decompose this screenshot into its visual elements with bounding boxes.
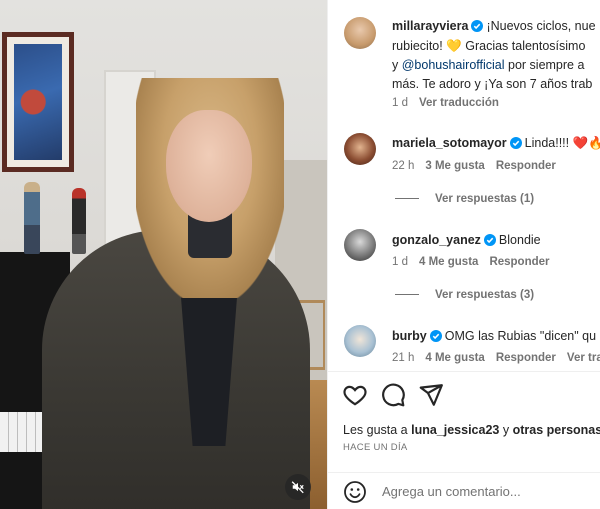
comment-text: Linda!!!! ❤️🔥 [524, 136, 600, 150]
caption-text: por siempre a [504, 58, 585, 72]
comment-input[interactable]: Agrega un comentario... [382, 484, 521, 499]
view-replies-label: Ver respuestas (1) [435, 193, 535, 205]
comment-time: 1 d [392, 256, 408, 268]
send-icon[interactable] [418, 382, 444, 408]
person-face [166, 110, 252, 222]
caption-meta: 1 d Ver traducción [392, 97, 510, 109]
likes-prefix: Les gusta a [343, 423, 412, 437]
other-likers[interactable]: otras personas [513, 423, 600, 437]
comment-meta: 1 d 4 Me gusta Responder [392, 256, 561, 268]
verified-badge-icon [429, 330, 442, 342]
comment-time: 22 h [392, 160, 415, 172]
verified-badge-icon [509, 137, 522, 149]
comment-meta: 22 h 3 Me gusta Responder [392, 160, 567, 172]
comment-text: OMG las Rubias "dicen" qu [444, 329, 597, 343]
translate-link[interactable]: Ver traducción [419, 97, 499, 109]
comment-time: 21 h [392, 352, 415, 364]
verified-badge-icon [471, 20, 484, 32]
caption-text: y [392, 58, 402, 72]
translate-link[interactable]: Ver trad [567, 352, 600, 364]
figurine [24, 182, 40, 254]
comment-username[interactable]: burby [392, 329, 427, 343]
comment-body: mariela_sotomayor Linda!!!! ❤️🔥 [392, 134, 600, 152]
avatar[interactable] [344, 325, 376, 357]
comment-icon[interactable] [380, 382, 406, 408]
view-replies-button[interactable]: Ver respuestas (1) [395, 193, 534, 205]
divider [395, 198, 419, 200]
view-replies-button[interactable]: Ver respuestas (3) [395, 289, 534, 301]
caption-line-2: rubiecito! 💛 Gracias talentosísimo [392, 39, 586, 53]
view-replies-label: Ver respuestas (3) [435, 289, 535, 301]
comment-likes[interactable]: 4 Me gusta [419, 256, 478, 268]
comment-likes[interactable]: 3 Me gusta [425, 160, 484, 172]
verified-badge-icon [483, 234, 496, 246]
wall-painting [2, 32, 74, 172]
likes-summary[interactable]: Les gusta a luna_jessica23 y otras perso… [343, 423, 600, 437]
comment-username[interactable]: gonzalo_yanez [392, 233, 481, 247]
comments-list[interactable]: millarayviera ¡Nuevos ciclos, nue rubieci… [328, 0, 600, 371]
post-sidebar: millarayviera ¡Nuevos ciclos, nue rubieci… [327, 0, 600, 509]
post-date: HACE UN DÍA [343, 442, 408, 453]
comment-composer[interactable]: Agrega un comentario... [328, 472, 600, 509]
comment-username[interactable]: mariela_sotomayor [392, 136, 507, 150]
comment-body: gonzalo_yanez Blondie [392, 231, 541, 249]
mute-toggle-button[interactable] [285, 474, 311, 500]
avatar[interactable] [344, 229, 376, 261]
divider [395, 294, 419, 296]
emoji-icon[interactable] [343, 480, 367, 504]
post-time: 1 d [392, 97, 408, 109]
comment-body: burby OMG las Rubias "dicen" qu [392, 327, 596, 345]
reply-button[interactable]: Responder [489, 256, 549, 268]
caption-line-4: más. Te adoro y ¡Ya son 7 años trab [392, 77, 593, 91]
liker-username[interactable]: luna_jessica23 [411, 423, 499, 437]
heart-icon[interactable] [342, 382, 368, 408]
reply-button[interactable]: Responder [496, 160, 556, 172]
caption-line-3: y @bohushairofficial por siempre a [392, 56, 584, 74]
post-media[interactable] [0, 0, 327, 509]
likes-connector: y [499, 423, 513, 437]
author-username[interactable]: millarayviera [392, 19, 468, 33]
mention-link[interactable]: @bohushairofficial [402, 58, 505, 72]
caption-line-1: millarayviera ¡Nuevos ciclos, nue [392, 17, 596, 35]
post-actions: Les gusta a luna_jessica23 y otras perso… [328, 371, 600, 509]
author-avatar[interactable] [344, 17, 376, 49]
comment-likes[interactable]: 4 Me gusta [425, 352, 484, 364]
reply-button[interactable]: Responder [496, 352, 556, 364]
comment-meta: 21 h 4 Me gusta Responder Ver trad [392, 352, 600, 364]
comment-text: Blondie [498, 233, 541, 247]
figurine [72, 188, 86, 254]
caption-text: ¡Nuevos ciclos, nue [486, 19, 596, 33]
avatar[interactable] [344, 133, 376, 165]
speaker-muted-icon [291, 481, 304, 494]
